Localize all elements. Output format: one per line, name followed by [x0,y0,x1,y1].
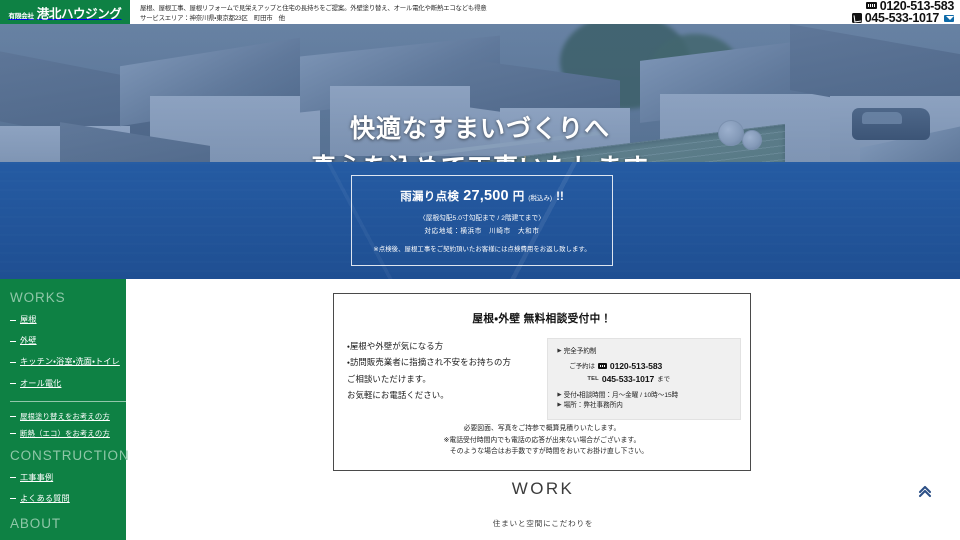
sidebar-item-label: 断熱（エコ）をお考えの方 [20,429,110,439]
dash-icon [10,498,16,500]
sidebar-item-label: よくある質問 [20,493,70,503]
hero-headline-line-1: 快適なすまいづくりへ [349,115,610,143]
sidebar-item-faq[interactable]: よくある質問 [10,493,126,503]
promo-condition: 〈屋根勾配5.0寸勾配まで / 2階建てまで〉 [419,215,545,223]
consultation-line: お気軽にお電話ください。 [347,390,449,401]
reservation-freedial-number: 0120-513-583 [609,360,663,371]
logo-company-name: 港北ハウジング [36,6,122,21]
reservation-tel-suffix: まで [657,376,670,384]
consultation-footnotes: 必要図面、写真をご持参で概算見積りいたします。 ※電話受付時間内でも電話の応答が… [347,423,737,458]
reservation-tel-row[interactable]: TEL 045-533-1017 まで [587,374,732,384]
sidebar-item-insulation-eco[interactable]: 断熱（エコ）をお考えの方 [10,429,126,439]
promo-price: 27,500 [463,188,509,205]
mail-icon[interactable] [944,14,954,22]
tagline-line-2: サービスエリア：神奈川県・東京都23区 町田市 他 [140,14,285,22]
reservation-required-row: ▶ 完全予約制 [557,347,732,357]
promo-box[interactable]: 雨漏り点検 27,500 円 (税込み) !! 〈屋根勾配5.0寸勾配まで / … [351,175,613,266]
promo-exclamation: !! [556,191,564,204]
tagline-line-1: 屋根、屋根工事、屋根リフォームで見栄えアップと住宅の長持ちをご提案。外壁塗り替え… [140,4,487,12]
freedial-icon [865,2,877,10]
free-consultation-box: 屋根・外壁 無料相談受付中！ ・屋根や外壁が気になる方 ・訪問販売業者に指摘され… [333,293,751,471]
sidebar-item-label: 屋根塗り替えをお考えの方 [20,411,110,421]
dash-icon [10,362,16,363]
sidebar-item-label: 工事事例 [20,472,54,482]
scroll-to-top-button[interactable] [916,482,934,500]
sidebar-item-all-electric[interactable]: オール電化 [10,378,126,388]
free-consultation-title: 屋根・外壁 無料相談受付中！ [472,313,612,325]
sidebar-item-label: 外壁 [20,336,37,346]
sidebar-item-roof-repaint[interactable]: 屋根塗り替えをお考えの方 [10,411,126,421]
reservation-freedial-row[interactable]: ご予約は 0120-513-583 [569,361,732,371]
promo-headline: 雨漏り点検 27,500 円 (税込み) !! [400,188,564,204]
reservation-location-label: 場所：弊社事務所内 [563,401,623,409]
tel-label-icon: TEL [587,375,599,382]
header-tel-number: 045-533-1017 [864,11,940,25]
logo-prefix: 有限会社 [8,12,34,20]
free-consultation-body: ・屋根や外壁が気になる方 ・訪問販売業者に指摘され不安をお持ちの方 ご相談いただ… [334,338,750,420]
sidebar-item-exterior-wall[interactable]: 外壁 [10,336,126,346]
sidebar-navigation: WORKS 屋根 外壁 キッチン・浴室・洗面・トイレ オール電化 屋根塗り替えを… [0,279,130,540]
promo-refund-note: ※点検後、屋根工事をご契約頂いたお客様には点検費用をお返し致します。 [373,245,591,253]
page-root: 有限会社 港北ハウジング 屋根、屋根工事、屋根リフォームで見栄えアップと住宅の長… [0,0,960,540]
consultation-line: ・訪問販売業者に指摘され不安をお持ちの方 [347,357,511,368]
triangle-bullet-icon: ▶ [557,391,562,398]
sidebar-heading-about: ABOUT [10,516,62,532]
footnote-line: ※電話受付時間内でも電話の応答が出来ない場合がございます。 [443,436,641,444]
reservation-location-row: ▶ 場所：弊社事務所内 [557,401,732,411]
work-section-title: WORK [511,479,575,498]
dash-icon [10,383,16,385]
sidebar-item-construction-examples[interactable]: 工事事例 [10,472,126,482]
header-tel-row[interactable]: 045-533-1017 [851,11,954,25]
dash-icon [10,416,16,418]
reservation-hours-label: 受付・相談時間：月～金曜 / 10時～15時 [563,391,679,399]
reservation-tel-number: 045-533-1017 [601,373,655,384]
promo-service-area: 対応地域：横浜市 川崎市 大和市 [424,228,540,235]
chevron-double-up-icon [918,485,932,498]
main-content: 屋根・外壁 無料相談受付中！ ・屋根や外壁が気になる方 ・訪問販売業者に指摘され… [126,279,960,540]
reservation-panel: ▶ 完全予約制 ご予約は 0120-513-583 TEL 045-533-10… [547,338,741,420]
sidebar-item-label: 屋根 [20,315,37,324]
dash-icon [10,340,16,342]
promo-band: 雨漏り点検 27,500 円 (税込み) !! 〈屋根勾配5.0寸勾配まで / … [0,162,960,279]
sidebar-heading-construction: CONSTRUCTION [10,447,130,463]
promo-yen-unit: 円 [512,191,525,204]
sidebar-heading-works: WORKS [10,290,66,305]
triangle-bullet-icon: ▶ [557,348,562,354]
sidebar-divider [10,400,126,402]
consultation-line: ・屋根や外壁が気になる方 [347,341,444,351]
triangle-bullet-icon: ▶ [557,401,562,408]
header-contact: 0120-513-583 045-533-1017 [815,0,960,24]
freedial-icon [597,362,607,369]
footnote-line: 必要図面、写真をご持参で概算見積りいたします。 [463,424,621,432]
dash-icon [10,477,16,479]
promo-tax-note: (税込み) [528,195,553,203]
header-tagline: 屋根、屋根工事、屋根リフォームで見栄えアップと住宅の長持ちをご提案。外壁塗り替え… [130,0,815,24]
dash-icon [10,319,16,321]
site-header: 有限会社 港北ハウジング 屋根、屋根工事、屋根リフォームで見栄えアップと住宅の長… [0,0,960,24]
dash-icon [10,433,16,435]
logo-text: 有限会社 港北ハウジング [9,3,122,22]
reservation-required-label: 完全予約制 [563,348,597,355]
work-section: WORK 住まいと空間にこだわりを [126,479,960,529]
reservation-prefix-label: ご予約は [569,363,595,371]
site-logo[interactable]: 有限会社 港北ハウジング [0,0,130,24]
promo-title: 雨漏り点検 [400,191,460,204]
phone-icon [851,13,862,24]
sidebar-item-kitchen-bath-washroom-toilet[interactable]: キッチン・浴室・洗面・トイレ [10,358,126,366]
sidebar-item-roof[interactable]: 屋根 [10,315,126,324]
sidebar-item-label: オール電化 [20,378,62,388]
reservation-hours-row: ▶ 受付・相談時間：月～金曜 / 10時～15時 [557,391,732,401]
consultation-target-list: ・屋根や外壁が気になる方 ・訪問販売業者に指摘され不安をお持ちの方 ご相談いただ… [347,338,547,420]
footnote-line: そのような場合はお手数ですが時間をおいてお掛け直し下さい。 [449,448,649,456]
sidebar-item-label: キッチン・浴室・洗面・トイレ [20,357,120,367]
consultation-line: ご相談いただけます。 [347,373,431,384]
work-section-subtitle: 住まいと空間にこだわりを [492,519,594,528]
